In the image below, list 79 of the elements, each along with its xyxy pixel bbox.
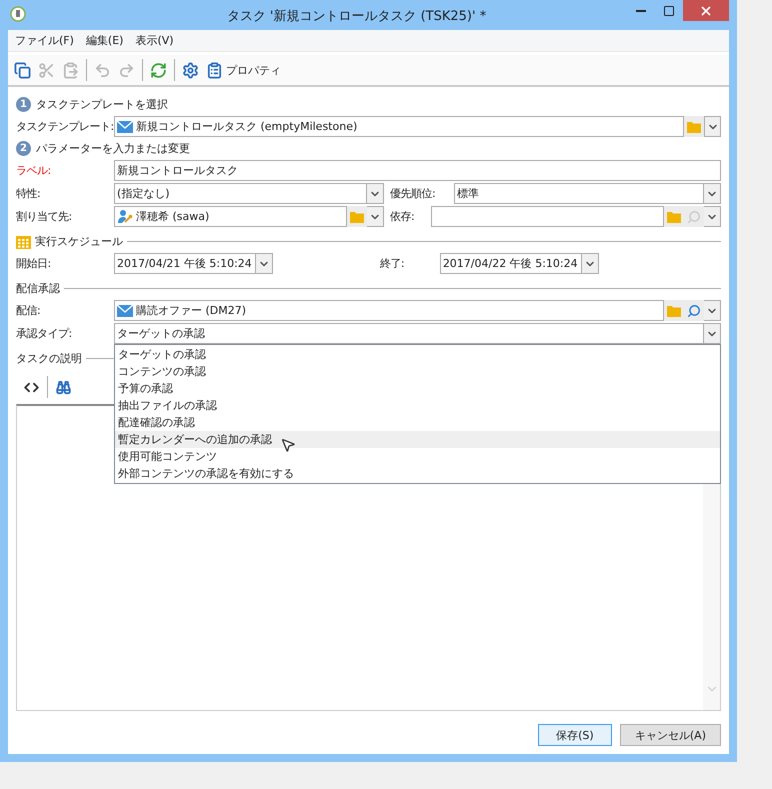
search-button[interactable] <box>684 300 704 321</box>
toolbar-button[interactable] <box>150 62 167 78</box>
field-label: 配信: <box>16 303 42 318</box>
folder-icon <box>687 120 701 132</box>
priority-combo[interactable]: 標準 <box>454 183 704 204</box>
copy-icon <box>14 62 31 78</box>
dropdown-button[interactable] <box>704 323 721 344</box>
toolbar-button[interactable] <box>182 62 199 78</box>
template-field[interactable]: 新規コントロールタスク (emptyMilestone) <box>114 116 684 137</box>
menu-item[interactable]: 表示(V) <box>130 31 179 50</box>
dropdown-button[interactable] <box>704 183 721 204</box>
folder-icon <box>667 304 681 316</box>
date-field[interactable]: 2017/04/22 午後 5:10:24 <box>440 253 582 274</box>
assignee-field[interactable]: 澤穂希 (sawa) <box>114 206 347 227</box>
dropdown-button[interactable] <box>256 253 273 274</box>
dropdown-option[interactable]: 外部コンテンツの承認を有効にする <box>115 465 720 482</box>
field-label: 終了: <box>380 256 406 271</box>
toolbar-button[interactable] <box>14 62 31 78</box>
refresh-icon <box>150 62 167 78</box>
dropdown-button[interactable] <box>367 183 384 204</box>
dropdown-option[interactable]: 抽出ファイルの承認 <box>115 397 720 414</box>
field-label: タスクテンプレート: <box>16 119 114 134</box>
properties-button[interactable]: プロパティ <box>206 62 281 78</box>
window-title: タスク '新規コントロールタスク (TSK25)' * <box>226 8 488 25</box>
close-button[interactable] <box>683 0 729 21</box>
minimize-icon <box>636 10 646 12</box>
menu-item[interactable]: 編集(E) <box>80 31 128 50</box>
dropdown-option[interactable]: 予算の承認 <box>115 380 720 397</box>
user-key-icon <box>117 208 133 224</box>
section-title: パラメーターを入力または変更 <box>36 141 190 156</box>
field-label: ラベル: <box>16 163 52 178</box>
save-button[interactable]: 保存(S) <box>538 724 612 746</box>
paste-icon <box>62 62 79 78</box>
maximize-icon <box>663 4 675 16</box>
app-icon <box>10 6 26 22</box>
dropdown-option[interactable]: ターゲットの承認 <box>115 346 720 363</box>
close-icon <box>699 4 713 18</box>
search-icon <box>687 304 701 318</box>
step-number: 1 <box>16 97 31 112</box>
dropdown-button[interactable] <box>367 206 384 227</box>
dropdown-button[interactable] <box>704 300 721 321</box>
delivery-field[interactable]: 購読オファー (DM27) <box>114 300 664 321</box>
label-input[interactable]: 新規コントロールタスク <box>114 160 721 181</box>
dropdown-option[interactable]: 使用可能コンテンツ <box>115 448 720 465</box>
folder-icon <box>667 210 681 222</box>
search-icon <box>687 210 701 224</box>
group-title: 実行スケジュール <box>35 234 123 248</box>
group-title: 配信承認 <box>16 280 60 296</box>
cancel-button[interactable]: キャンセル(A) <box>620 724 721 746</box>
dropdown-button[interactable] <box>582 253 599 274</box>
binoculars-icon[interactable] <box>56 380 71 394</box>
dropdown-button[interactable] <box>704 206 721 227</box>
field-label: 依存: <box>390 209 416 224</box>
mouse-cursor-icon <box>280 436 296 452</box>
settings-icon <box>182 62 199 78</box>
field-label: 開始日: <box>16 256 52 271</box>
envelope-icon <box>117 304 133 316</box>
calendar-icon <box>16 234 31 248</box>
approval-type-combo[interactable]: ターゲットの承認 <box>114 323 704 344</box>
field-label: 割り当て先: <box>16 209 73 224</box>
folder-icon <box>350 210 364 222</box>
dropdown-button[interactable] <box>704 116 721 137</box>
dropdown-option[interactable]: 配達確認の承認 <box>115 414 720 431</box>
nature-combo[interactable]: (指定なし) <box>114 183 367 204</box>
dropdown-option[interactable]: コンテンツの承認 <box>115 363 720 380</box>
redo-icon <box>118 62 135 78</box>
envelope-icon <box>117 120 133 132</box>
group-title: タスクの説明 <box>16 350 82 366</box>
field-label: 承認タイプ: <box>16 326 73 341</box>
depends-field[interactable] <box>431 206 664 227</box>
cut-icon <box>38 62 55 78</box>
field-label: 特性: <box>16 186 42 201</box>
clipboard-icon <box>206 62 223 78</box>
date-field[interactable]: 2017/04/21 午後 5:10:24 <box>114 253 256 274</box>
step-number: 2 <box>16 141 31 156</box>
field-label: 優先順位: <box>390 186 436 201</box>
undo-icon <box>94 62 111 78</box>
section-title: タスクテンプレートを選択 <box>36 97 168 112</box>
menu-item[interactable]: ファイル(F) <box>10 31 79 50</box>
